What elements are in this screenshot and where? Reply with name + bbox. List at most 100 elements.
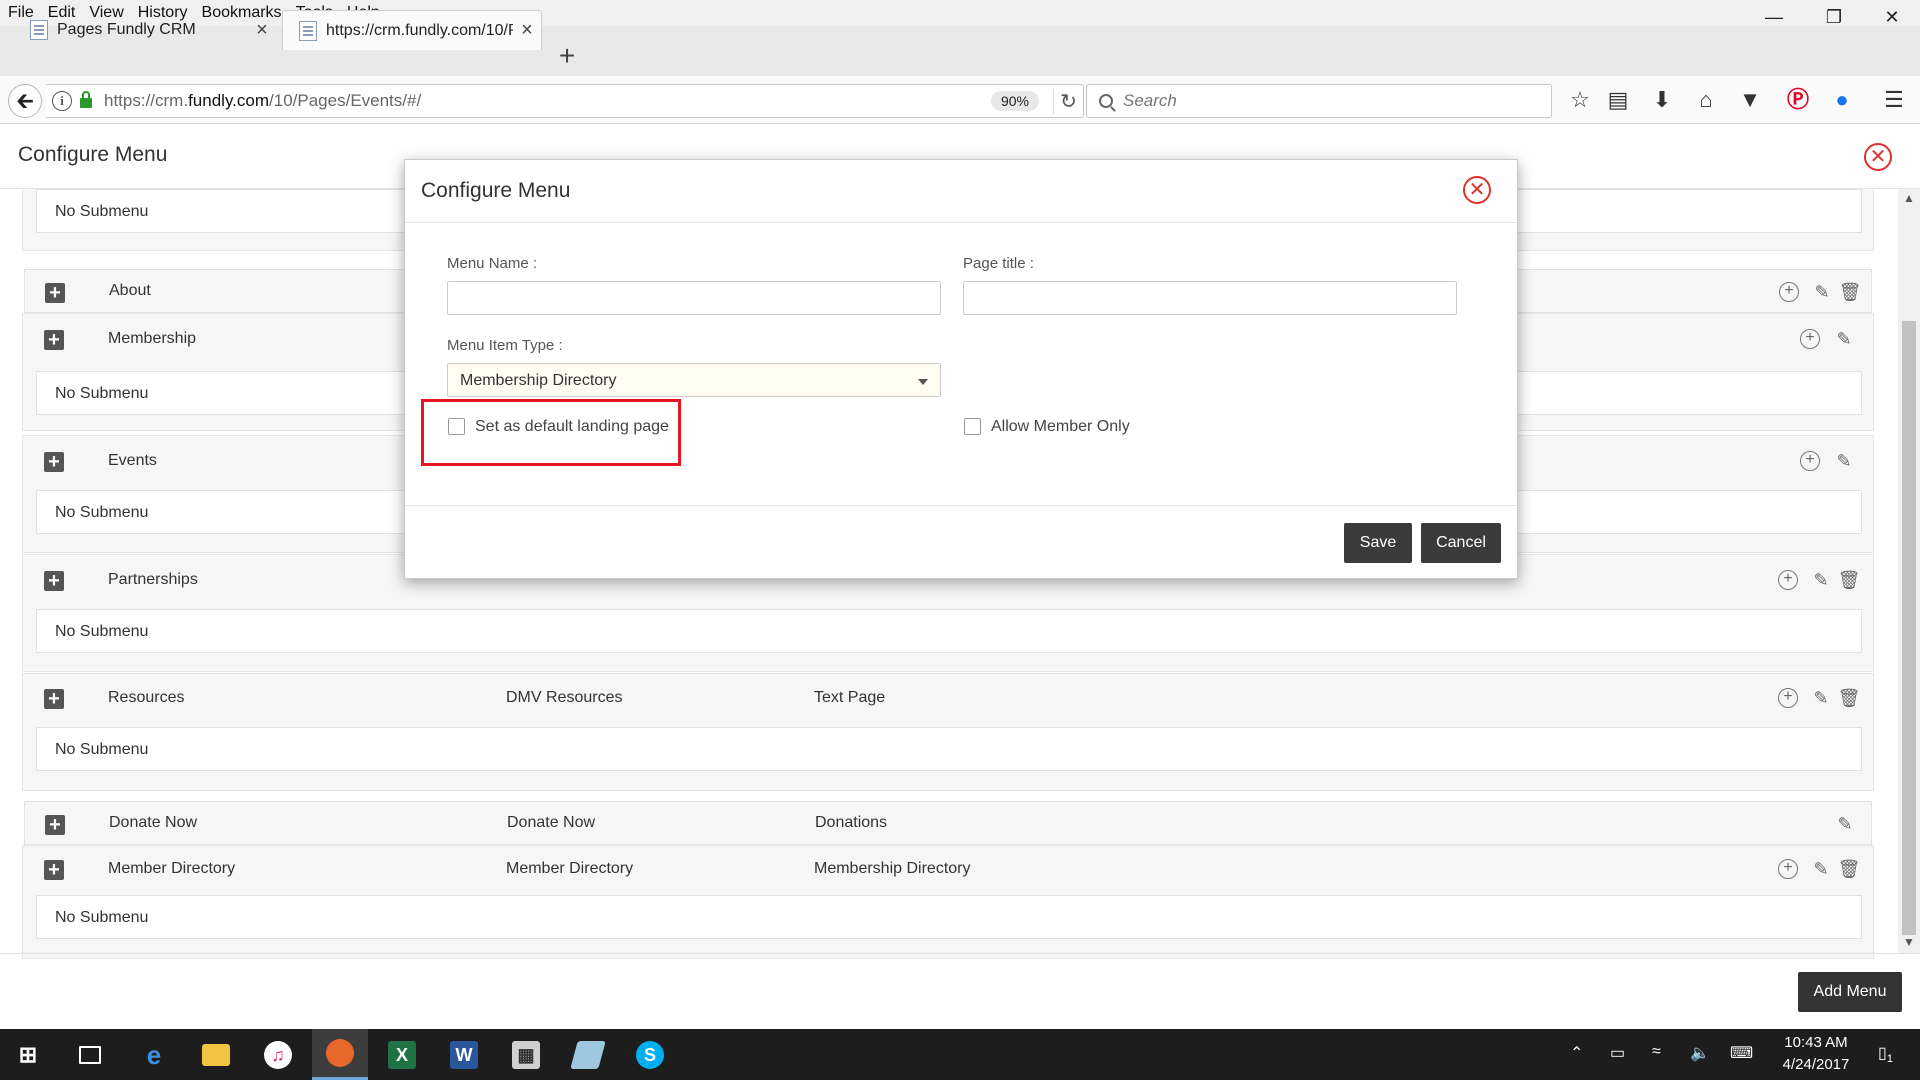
hamburger-menu-icon[interactable]: ☰ (1880, 86, 1908, 114)
site-info-icon[interactable]: i (52, 91, 72, 111)
start-button[interactable]: ⊞ (0, 1029, 56, 1080)
skype-icon: S (636, 1040, 664, 1069)
scroll-down-icon[interactable]: ▼ (1898, 935, 1920, 949)
itunes-icon: ♫ (264, 1040, 292, 1069)
submenu-text: No Submenu (55, 909, 149, 926)
add-submenu-icon[interactable]: + (1800, 329, 1820, 349)
keyboard-icon[interactable]: ⌨ (1730, 1043, 1753, 1063)
taskbar-clock[interactable]: 10:43 AM 4/24/2017 (1768, 1032, 1864, 1076)
page-close-icon[interactable]: ✕ (1864, 143, 1892, 171)
edit-pencil-icon[interactable]: ✎ (1832, 327, 1856, 351)
taskbar-calculator[interactable]: ▦ (498, 1029, 554, 1080)
submenu-row: No Submenu (36, 727, 1862, 771)
expand-plus-icon[interactable]: + (44, 571, 64, 591)
home-icon[interactable]: ⌂ (1692, 86, 1720, 114)
taskbar-excel[interactable]: X (374, 1029, 430, 1080)
url-bar[interactable]: i https://crm.fundly.com/10/Pages/Events… (46, 84, 1084, 118)
task-view-button[interactable] (62, 1029, 118, 1080)
taskbar-file-explorer[interactable] (188, 1029, 244, 1080)
member-only-label: Allow Member Only (991, 418, 1130, 435)
delete-trash-icon[interactable]: 🗑 (1837, 686, 1861, 710)
firefox-icon (326, 1039, 354, 1067)
url-text[interactable]: https://crm.fundly.com/10/Pages/Events/#… (104, 91, 991, 111)
divider (405, 505, 1517, 506)
tab-pages-fundly-crm[interactable]: Pages Fundly CRM × (14, 10, 276, 50)
taskbar-word[interactable]: W (436, 1029, 492, 1080)
bookmark-star-icon[interactable]: ☆ (1566, 86, 1594, 114)
page-title-label: Page title : (963, 255, 1034, 272)
tab-close-icon[interactable]: × (513, 19, 541, 42)
edit-pencil-icon[interactable]: ✎ (1833, 812, 1857, 836)
tab-close-icon[interactable]: × (248, 19, 276, 42)
scrollbar-thumb[interactable] (1902, 321, 1916, 935)
windows-logo-icon: ⊞ (18, 1041, 38, 1067)
edit-pencil-icon[interactable]: ✎ (1832, 449, 1856, 473)
delete-trash-icon[interactable]: 🗑 (1837, 568, 1861, 592)
cancel-button[interactable]: Cancel (1421, 523, 1501, 563)
menu-item-type-label: Menu Item Type : (447, 337, 563, 354)
row-menu-type: Membership Directory (814, 860, 971, 877)
new-tab-button[interactable]: + (552, 36, 582, 76)
taskbar-app[interactable] (560, 1029, 616, 1080)
edit-pencil-icon[interactable]: ✎ (1809, 686, 1833, 710)
expand-plus-icon[interactable]: + (44, 452, 64, 472)
menu-item-type-select[interactable]: Membership Directory (447, 363, 941, 397)
row-menu-name: Partnerships (108, 571, 198, 588)
add-submenu-icon[interactable]: + (1778, 688, 1798, 708)
wifi-icon[interactable]: ≈ (1652, 1043, 1661, 1061)
add-submenu-icon[interactable]: + (1800, 451, 1820, 471)
member-only-checkbox[interactable] (964, 418, 981, 435)
tab-crm-fundly[interactable]: https://crm.fundly.com/10/P × (282, 10, 542, 50)
reading-list-icon[interactable]: ▤ (1604, 86, 1632, 114)
edit-pencil-icon[interactable]: ✎ (1809, 568, 1833, 592)
row-menu-name: Resources (108, 689, 185, 706)
add-submenu-icon[interactable]: + (1778, 570, 1798, 590)
delete-trash-icon[interactable]: 🗑 (1837, 857, 1861, 881)
divider (405, 222, 1517, 223)
taskbar-firefox[interactable] (312, 1029, 368, 1080)
submenu-text: No Submenu (55, 741, 149, 758)
default-landing-checkbox[interactable] (448, 418, 465, 435)
menu-name-label: Menu Name : (447, 255, 538, 272)
edit-pencil-icon[interactable]: ✎ (1810, 280, 1834, 304)
expand-plus-icon[interactable]: + (44, 689, 64, 709)
divider (0, 953, 1920, 954)
edit-pencil-icon[interactable]: ✎ (1809, 857, 1833, 881)
add-menu-button[interactable]: Add Menu (1798, 972, 1902, 1012)
back-button[interactable]: 🡰 (8, 84, 42, 118)
zoom-level[interactable]: 90% (990, 91, 1039, 111)
scroll-up-icon[interactable]: ▲ (1898, 191, 1920, 205)
taskbar-edge[interactable]: e (126, 1029, 182, 1080)
battery-icon[interactable]: ▭ (1610, 1043, 1625, 1063)
taskbar: ⊞ e ♫ X W ▦ S ⌃ ▭ ≈ 🔈 ⌨ 10:43 AM 4/24/20… (0, 1029, 1920, 1080)
pocket-icon[interactable]: ▼ (1736, 86, 1764, 114)
expand-plus-icon[interactable]: + (45, 283, 65, 303)
save-button[interactable]: Save (1344, 523, 1412, 563)
show-hidden-icons[interactable]: ⌃ (1570, 1043, 1583, 1063)
menu-name-input[interactable] (447, 281, 941, 315)
taskbar-itunes[interactable]: ♫ (250, 1029, 306, 1080)
download-icon[interactable]: ⬇ (1648, 86, 1676, 114)
taskbar-skype[interactable]: S (622, 1029, 678, 1080)
page-scrollbar[interactable]: ▲ ▼ (1898, 189, 1920, 953)
expand-plus-icon[interactable]: + (44, 330, 64, 350)
reload-icon[interactable]: ↻ (1053, 88, 1083, 114)
volume-icon[interactable]: 🔈 (1690, 1043, 1710, 1063)
notification-icon[interactable]: ▯1 (1878, 1043, 1893, 1065)
add-submenu-icon[interactable]: + (1778, 859, 1798, 879)
row-menu-name: Donate Now (109, 814, 198, 831)
row-page-title: Member Directory (506, 860, 634, 877)
add-submenu-icon[interactable]: + (1779, 282, 1799, 302)
extension-icon[interactable]: ● (1828, 86, 1856, 114)
edge-icon: e (146, 1039, 162, 1070)
expand-plus-icon[interactable]: + (44, 860, 64, 880)
modal-close-icon[interactable]: ✕ (1463, 176, 1491, 204)
search-bar[interactable]: Search (1086, 84, 1552, 118)
submenu-text: No Submenu (55, 623, 149, 640)
pinterest-icon[interactable]: Ⓟ (1784, 86, 1812, 114)
expand-plus-icon[interactable]: + (45, 815, 65, 835)
lock-icon (80, 91, 92, 108)
row-page-title: Donate Now (507, 814, 596, 831)
delete-trash-icon[interactable]: 🗑 (1838, 280, 1862, 304)
page-title-input[interactable] (963, 281, 1457, 315)
